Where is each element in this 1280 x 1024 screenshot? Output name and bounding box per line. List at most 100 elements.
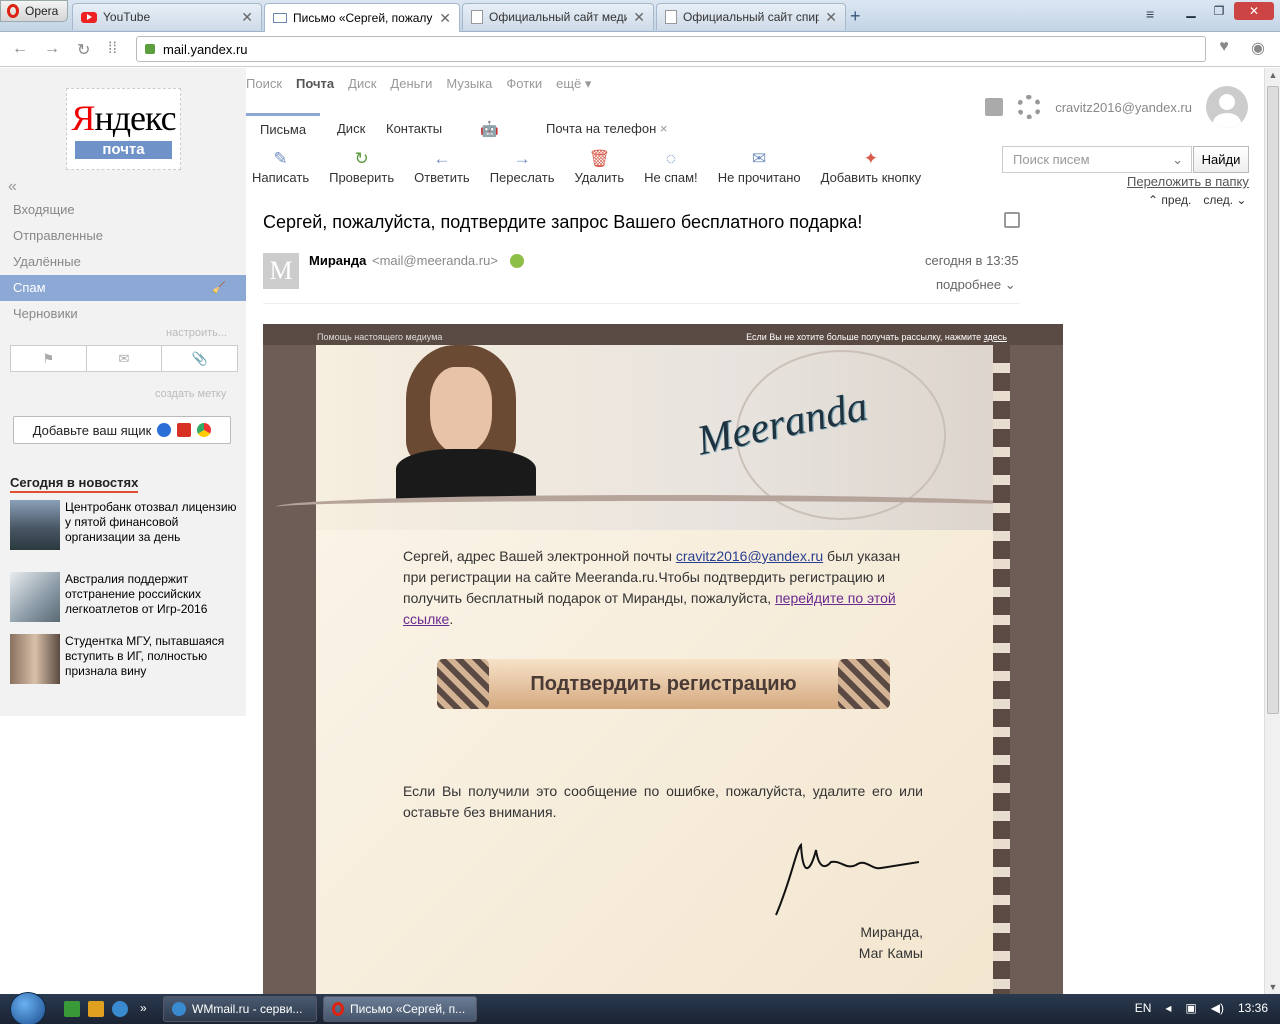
sender-name[interactable]: Миранда — [309, 253, 366, 268]
check-button[interactable]: ↻ Проверить — [323, 148, 400, 192]
page-scrollbar[interactable]: ▲ ▼ — [1264, 68, 1280, 994]
heart-icon[interactable]: ♥ — [1212, 38, 1236, 62]
close-icon[interactable]: × — [660, 121, 668, 136]
chevron-down-icon[interactable]: ⌄ — [1172, 147, 1183, 172]
clean-spam-icon[interactable]: 🧹 — [212, 275, 226, 301]
recipient-email-link[interactable]: cravitz2016@yandex.ru — [676, 548, 823, 564]
print-icon[interactable] — [1004, 212, 1020, 228]
folder-inbox[interactable]: Входящие — [0, 197, 246, 223]
yandex-mail-logo[interactable]: Яндекс почта — [66, 88, 181, 170]
news-item[interactable]: Австралия поддержит отстранение российск… — [10, 572, 238, 622]
news-text: Студентка МГУ, пытавшаяся вступить в ИГ,… — [65, 634, 225, 678]
start-button[interactable] — [10, 992, 46, 1024]
prev-message-link[interactable]: ⌃ пред. — [1148, 193, 1191, 207]
details-link[interactable]: подробнее ⌄ — [936, 277, 1016, 293]
service-mail[interactable]: Почта — [296, 76, 334, 92]
service-search[interactable]: Поиск — [246, 76, 282, 92]
clock[interactable]: 13:36 — [1238, 1001, 1268, 1015]
compose-button[interactable]: ✎ Написать — [246, 148, 315, 192]
close-icon[interactable]: ✕ — [825, 9, 837, 26]
internet-explorer-icon[interactable] — [112, 1001, 128, 1017]
service-photos[interactable]: Фотки — [506, 76, 542, 92]
tab-menu-icon[interactable]: ≡ — [1146, 6, 1154, 22]
quicklaunch-app-icon[interactable] — [64, 1001, 80, 1017]
tab-official-site-1[interactable]: Официальный сайт меди ✕ — [462, 3, 654, 30]
forward-icon[interactable]: → — [44, 40, 60, 58]
create-label-link[interactable]: создать метку — [155, 388, 226, 400]
network-icon[interactable]: ▣ — [1185, 1001, 1196, 1015]
sender-email[interactable]: <mail@meeranda.ru> — [372, 253, 498, 268]
back-icon[interactable]: ← — [12, 40, 28, 58]
folder-spam[interactable]: Спам 🧹 — [0, 275, 246, 301]
search-input[interactable]: Поиск писем ⌄ — [1002, 146, 1192, 173]
minimize-icon[interactable]: ▁ — [1178, 2, 1204, 20]
news-item[interactable]: Студентка МГУ, пытавшаяся вступить в ИГ,… — [10, 634, 238, 684]
flag-filter-icon[interactable]: ⚑ — [11, 346, 87, 371]
avatar[interactable] — [1206, 86, 1248, 128]
gear-icon[interactable] — [1017, 95, 1042, 119]
tab-contacts[interactable]: Контакты — [372, 113, 456, 145]
add-button-button[interactable]: ✦ Добавить кнопку — [815, 148, 928, 192]
add-mailbox-button[interactable]: Добавьте ваш ящик — [13, 416, 231, 444]
not-spam-button[interactable]: ◌ Не спам! — [638, 148, 704, 192]
phone-mail-link[interactable]: Почта на телефон × — [532, 113, 681, 145]
apple-icon[interactable] — [512, 120, 530, 138]
tab-youtube[interactable]: YouTube ✕ — [72, 3, 262, 30]
scroll-up-icon[interactable]: ▲ — [1265, 70, 1280, 80]
tab-disk[interactable]: Диск — [323, 113, 379, 145]
tab-official-site-2[interactable]: Официальный сайт спир ✕ — [656, 3, 846, 30]
letter-topbar: Помощь настоящего медиума Если Вы не хот… — [263, 324, 1063, 345]
service-more[interactable]: ещё ▾ — [556, 76, 591, 92]
reply-button[interactable]: ← Ответить — [408, 148, 476, 192]
news-heading[interactable]: Сегодня в новостях — [10, 475, 139, 493]
collapse-sidebar-icon[interactable]: « — [8, 178, 17, 196]
new-tab-icon[interactable]: + — [850, 6, 861, 27]
media-player-icon[interactable] — [88, 1001, 104, 1017]
quicklaunch-more-icon[interactable]: » — [140, 1001, 156, 1017]
opera-menu-button[interactable]: Opera — [0, 0, 68, 22]
close-icon[interactable]: ✕ — [633, 9, 645, 26]
unsubscribe-link[interactable]: здесь — [984, 332, 1007, 342]
reload-icon[interactable]: ↻ — [77, 40, 90, 60]
tray-expand-icon[interactable]: ◂ — [1165, 1001, 1171, 1015]
speed-dial-icon[interactable]: ⁞⁞ — [108, 40, 117, 58]
volume-icon[interactable]: ◀) — [1211, 1001, 1224, 1015]
tab-letters[interactable]: Письма — [246, 113, 321, 145]
search-button[interactable]: Найди — [1193, 146, 1249, 173]
tab-mail-letter[interactable]: Письмо «Сергей, пожалу ✕ — [264, 3, 460, 32]
delete-button[interactable]: 🗑 Удалить — [568, 148, 630, 192]
service-music[interactable]: Музыка — [446, 76, 492, 92]
taskbar-item-wmmail[interactable]: WMmail.ru - серви... — [163, 996, 317, 1022]
confirm-registration-button[interactable]: Подтвердить регистрацию — [437, 659, 890, 709]
maximize-icon[interactable]: ❐ — [1206, 2, 1232, 20]
refresh-icon: ↻ — [354, 149, 369, 168]
close-icon[interactable]: ✕ — [439, 10, 451, 27]
user-email[interactable]: cravitz2016@yandex.ru — [1055, 100, 1192, 115]
language-indicator[interactable]: EN — [1135, 1001, 1152, 1015]
news-thumbnail — [10, 572, 60, 622]
scroll-down-icon[interactable]: ▼ — [1265, 982, 1280, 992]
url-field[interactable]: mail.yandex.ru — [136, 36, 1206, 62]
next-message-link[interactable]: след. ⌄ — [1203, 193, 1246, 207]
folder-drafts[interactable]: Черновики — [0, 301, 246, 327]
folder-sent[interactable]: Отправленные — [0, 223, 246, 249]
news-item[interactable]: Центробанк отозвал лицензию у пятой фина… — [10, 500, 238, 550]
configure-folders-link[interactable]: настроить... — [166, 327, 227, 339]
unread-filter-icon[interactable]: ✉ — [87, 346, 163, 371]
folder-deleted[interactable]: Удалённые — [0, 249, 246, 275]
android-icon[interactable]: 🤖 — [480, 120, 499, 138]
scroll-thumb[interactable] — [1267, 86, 1279, 714]
forward-button[interactable]: → Переслать — [484, 148, 561, 192]
delete-label: Удалить — [574, 170, 625, 185]
move-to-folder-link[interactable]: Переложить в папку — [1127, 174, 1249, 189]
youtube-icon — [81, 11, 97, 23]
taskbar-item-opera[interactable]: Письмо «Сергей, п... — [323, 996, 477, 1022]
window-close-icon[interactable]: ✕ — [1234, 2, 1274, 20]
attachment-filter-icon[interactable]: 📎 — [162, 346, 237, 371]
compose-icon: ✎ — [273, 149, 288, 168]
service-money[interactable]: Деньги — [390, 76, 432, 92]
service-disk[interactable]: Диск — [348, 76, 376, 92]
mark-unread-button[interactable]: ✉ Не прочитано — [712, 148, 807, 192]
account-icon[interactable]: ◉ — [1246, 38, 1270, 62]
close-icon[interactable]: ✕ — [241, 9, 253, 26]
